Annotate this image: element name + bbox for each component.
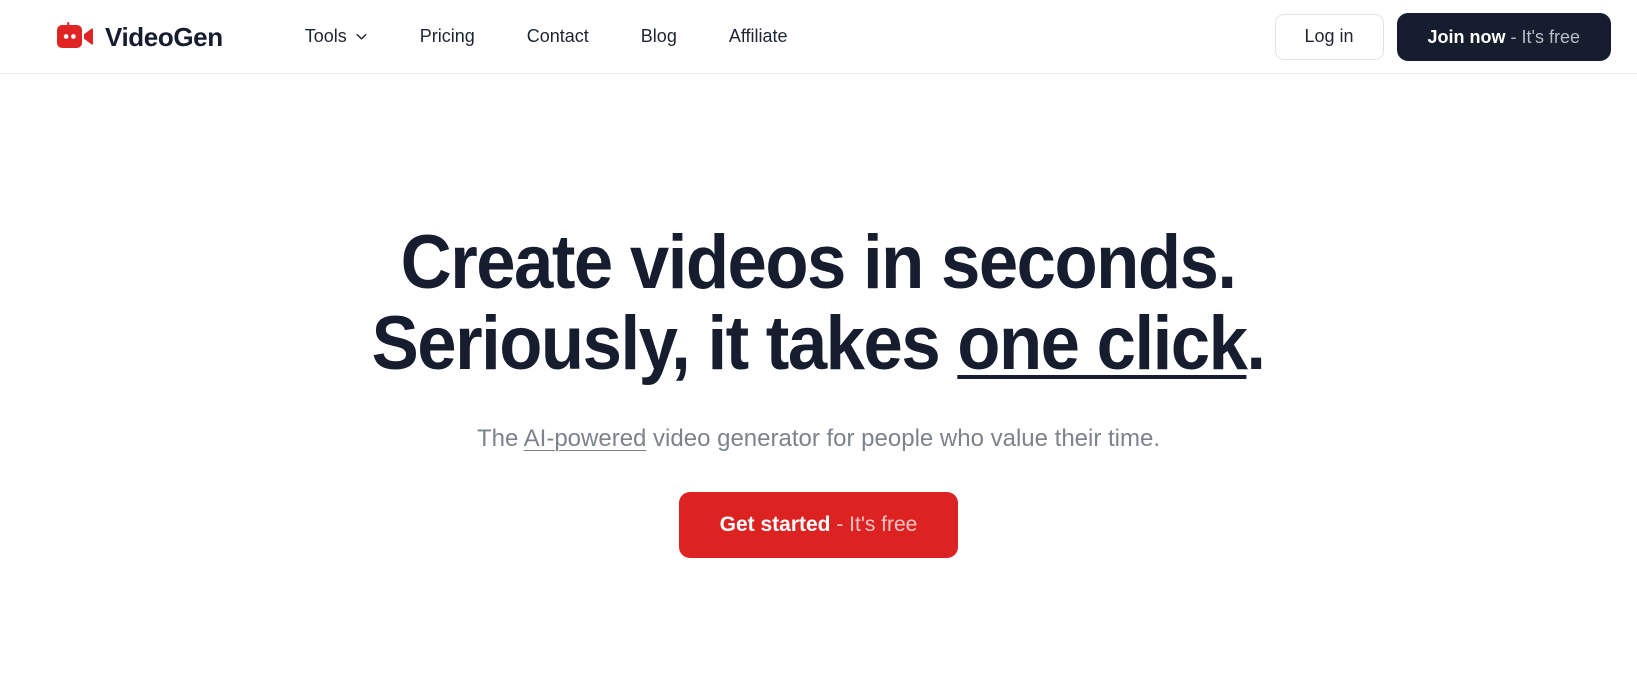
nav-item-label: Pricing bbox=[419, 26, 475, 46]
nav-item-label: Contact bbox=[526, 26, 589, 46]
hero-section: Create videos in seconds. Seriously, it … bbox=[0, 74, 1637, 674]
headline-line-1: Create videos in seconds. bbox=[401, 220, 1237, 305]
subtitle-emphasis-link[interactable]: AI-powered bbox=[524, 425, 647, 452]
headline-line-2: Seriously, it takes one click. bbox=[372, 306, 1266, 382]
page-title: Create videos in seconds. Seriously, it … bbox=[372, 220, 1266, 382]
site-header: VideoGen Tools Pricing Contact Blog Affi… bbox=[0, 0, 1637, 74]
get-started-button[interactable]: Get started - It's free bbox=[678, 492, 959, 559]
nav-item-pricing[interactable]: Pricing bbox=[394, 18, 501, 55]
login-button[interactable]: Log in bbox=[1274, 14, 1384, 60]
header-actions: Log in Join now - It's free bbox=[1274, 0, 1611, 74]
join-now-button[interactable]: Join now - It's free bbox=[1396, 12, 1611, 62]
nav-item-contact[interactable]: Contact bbox=[501, 18, 615, 55]
headline-line-2-prefix: Seriously, it takes bbox=[372, 301, 958, 386]
nav-item-tools[interactable]: Tools bbox=[279, 18, 394, 55]
video-camera-robot-icon bbox=[57, 22, 93, 51]
brand-logo-link[interactable]: VideoGen bbox=[57, 22, 223, 51]
subtitle-prefix: The bbox=[476, 425, 524, 452]
chevron-down-icon bbox=[355, 30, 368, 43]
subtitle-suffix: video generator for people who value the… bbox=[646, 425, 1161, 452]
nav-item-label: Blog bbox=[640, 26, 677, 46]
get-started-label: Get started bbox=[719, 513, 831, 537]
join-now-sublabel: - It's free bbox=[1505, 26, 1580, 47]
hero-subtitle: The AI-powered video generator for peopl… bbox=[477, 423, 1160, 454]
join-now-label: Join now bbox=[1427, 26, 1506, 47]
headline-emphasis: one click bbox=[957, 301, 1249, 386]
main-navigation: Tools Pricing Contact Blog Affiliate bbox=[279, 18, 814, 55]
brand-name: VideoGen bbox=[105, 21, 223, 52]
headline-line-2-suffix: . bbox=[1246, 301, 1267, 386]
get-started-sublabel: - It's free bbox=[830, 513, 918, 537]
nav-item-label: Tools bbox=[304, 26, 347, 46]
nav-item-label: Affiliate bbox=[728, 26, 788, 46]
nav-item-blog[interactable]: Blog bbox=[615, 18, 703, 55]
nav-item-affiliate[interactable]: Affiliate bbox=[703, 18, 814, 55]
